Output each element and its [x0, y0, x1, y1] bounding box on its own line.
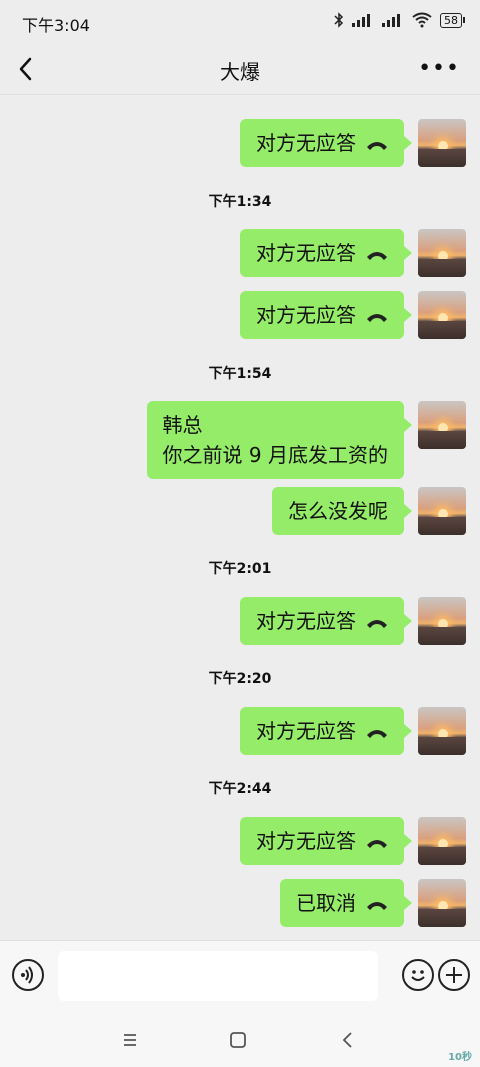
phone-hangup-icon — [367, 141, 387, 150]
message-row: 对方无应答 — [240, 817, 466, 865]
message-text: 对方无应答 — [256, 609, 356, 633]
message-row: 怎么没发呢 — [272, 487, 466, 535]
avatar[interactable] — [418, 119, 466, 167]
text-bubble[interactable]: 怎么没发呢 — [272, 487, 412, 535]
phone-hangup-icon — [367, 619, 387, 628]
call-bubble[interactable]: 对方无应答 — [240, 119, 412, 167]
avatar[interactable] — [418, 229, 466, 277]
timestamp: 下午2:44 — [208, 781, 272, 797]
input-bar — [0, 940, 480, 1013]
chat-header: 大爆 ••• — [0, 44, 480, 95]
phone-hangup-icon — [367, 839, 387, 848]
phone-hangup-icon — [367, 313, 387, 322]
message-text: 怎么没发呢 — [288, 499, 388, 523]
call-bubble[interactable]: 对方无应答 — [240, 291, 412, 339]
menu-icon[interactable] — [116, 1026, 144, 1054]
message-text: 韩总 — [162, 413, 203, 437]
message-row: 已取消 — [280, 879, 466, 927]
avatar[interactable] — [418, 487, 466, 535]
avatar[interactable] — [418, 707, 466, 755]
call-bubble[interactable]: 对方无应答 — [240, 817, 412, 865]
message-row: 对方无应答 — [240, 597, 466, 645]
text-bubble[interactable]: 韩总你之前说 9 月底发工资的 — [146, 401, 413, 479]
more-icon[interactable]: ••• — [418, 56, 460, 81]
message-text: 对方无应答 — [256, 829, 356, 853]
call-bubble[interactable]: 对方无应答 — [240, 707, 412, 755]
message-input[interactable] — [58, 951, 378, 1001]
timestamp: 下午2:20 — [208, 671, 272, 687]
call-bubble[interactable]: 对方无应答 — [240, 229, 412, 277]
bluetooth-icon — [334, 12, 344, 28]
timestamp: 下午2:01 — [208, 561, 272, 577]
call-bubble[interactable]: 已取消 — [280, 879, 412, 927]
message-row: 对方无应答 — [240, 229, 466, 277]
phone-hangup-icon — [367, 901, 387, 910]
message-row: 对方无应答 — [240, 119, 466, 167]
call-bubble[interactable]: 对方无应答 — [240, 597, 412, 645]
message-text: 对方无应答 — [256, 131, 356, 155]
avatar[interactable] — [418, 879, 466, 927]
avatar[interactable] — [418, 401, 466, 449]
battery-icon: 58 — [440, 12, 465, 28]
signal-icon — [352, 13, 374, 27]
timestamp: 下午1:34 — [208, 194, 272, 210]
status-time: 下午3:04 — [22, 16, 90, 35]
status-bar: 下午3:04 58 — [0, 0, 480, 44]
voice-icon[interactable] — [12, 959, 44, 991]
message-text: 你之前说 9 月底发工资的 — [162, 443, 388, 467]
message-row: 韩总你之前说 9 月底发工资的 — [146, 401, 466, 479]
avatar[interactable] — [418, 817, 466, 865]
plus-icon[interactable] — [438, 959, 470, 991]
status-icons: 58 — [334, 12, 465, 28]
chat-area[interactable]: 对方无应答 下午1:34 对方无应答 对方无应答 下午1:54 韩总你之前说 9… — [0, 95, 480, 940]
avatar[interactable] — [418, 597, 466, 645]
phone-hangup-icon — [367, 729, 387, 738]
message-row: 对方无应答 — [240, 707, 466, 755]
signal-icon — [382, 13, 404, 27]
message-text: 已取消 — [296, 891, 356, 915]
home-icon[interactable] — [224, 1026, 252, 1054]
timestamp: 下午1:54 — [208, 366, 272, 382]
system-nav-bar: 10秒 — [0, 1012, 480, 1067]
wifi-icon — [412, 12, 432, 28]
message-row: 对方无应答 — [240, 291, 466, 339]
back-icon[interactable] — [334, 1026, 362, 1054]
chat-title: 大爆 — [220, 60, 260, 84]
message-text: 对方无应答 — [256, 719, 356, 743]
phone-hangup-icon — [367, 251, 387, 260]
message-text: 对方无应答 — [256, 303, 356, 327]
watermark: 10秒 — [448, 1052, 472, 1063]
message-text: 对方无应答 — [256, 241, 356, 265]
emoji-icon[interactable] — [402, 959, 434, 991]
avatar[interactable] — [418, 291, 466, 339]
